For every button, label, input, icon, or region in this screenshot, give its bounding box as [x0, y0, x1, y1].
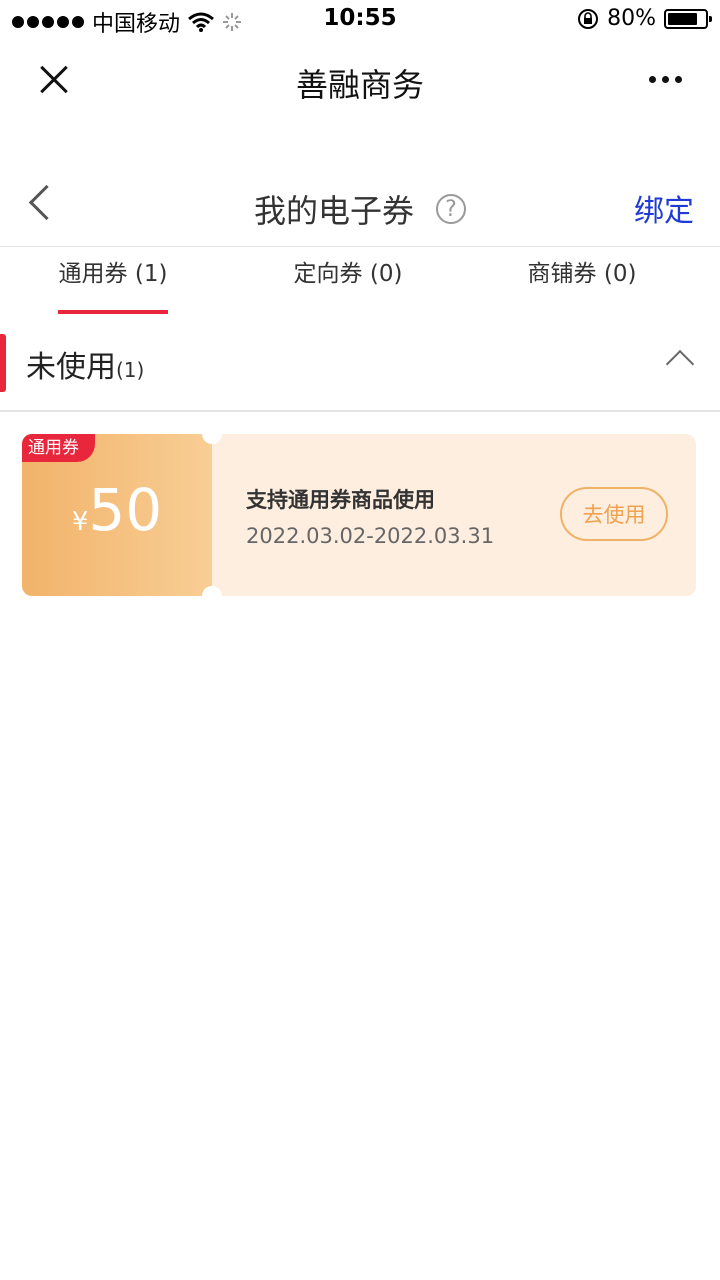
app-bar: 善融商务	[0, 40, 720, 124]
battery-icon	[664, 8, 712, 29]
coupon-notch-bottom	[202, 586, 222, 606]
app-title: 善融商务	[295, 66, 424, 104]
page-header: 我的电子券 ? 绑定	[0, 170, 720, 247]
status-bar: 中国移动 10:55 80%	[0, 0, 720, 40]
section-title-group: 未使用(1)	[26, 342, 144, 386]
coupon-info-panel: 支持通用券商品使用 2022.03.02-2022.03.31 去使用	[212, 434, 696, 596]
active-tab-indicator	[58, 310, 168, 314]
chevron-up-icon[interactable]	[665, 349, 695, 379]
coupon-notch-top	[202, 424, 222, 444]
coupon-value-panel: 通用券 ¥50	[22, 434, 212, 596]
battery-fill	[668, 12, 697, 25]
coupon-currency: ¥	[71, 507, 89, 537]
coupon-amount: ¥50	[22, 476, 212, 544]
tab-shop[interactable]: 商铺券 (0)	[514, 254, 650, 288]
help-icon[interactable]: ?	[436, 194, 466, 224]
coupon-tabs: 通用券 (1) 定向券 (0) 商铺券 (0)	[0, 248, 720, 314]
coupon-card[interactable]: 通用券 ¥50 支持通用券商品使用 2022.03.02-2022.03.31 …	[22, 424, 696, 606]
rotation-lock-icon	[578, 8, 599, 29]
coupon-value: 50	[88, 476, 163, 544]
section-marker	[0, 334, 6, 392]
page-title-group: 我的电子券 ?	[0, 186, 720, 232]
page-title: 我的电子券	[253, 192, 414, 230]
section-count: (1)	[116, 358, 145, 382]
tab-general[interactable]: 通用券 (1)	[58, 254, 168, 288]
coupon-type-badge: 通用券	[22, 434, 95, 462]
coupon-description: 支持通用券商品使用	[246, 488, 435, 512]
battery-percent: 80%	[607, 6, 656, 31]
unused-section-header[interactable]: 未使用(1)	[0, 330, 720, 412]
coupon-date-range: 2022.03.02-2022.03.31	[246, 524, 495, 548]
tab-targeted[interactable]: 定向券 (0)	[280, 254, 416, 288]
bind-button[interactable]: 绑定	[634, 186, 694, 230]
status-right: 80%	[577, 6, 712, 31]
section-title: 未使用	[26, 350, 116, 385]
use-coupon-button[interactable]: 去使用	[560, 487, 668, 541]
more-icon[interactable]	[649, 76, 682, 83]
